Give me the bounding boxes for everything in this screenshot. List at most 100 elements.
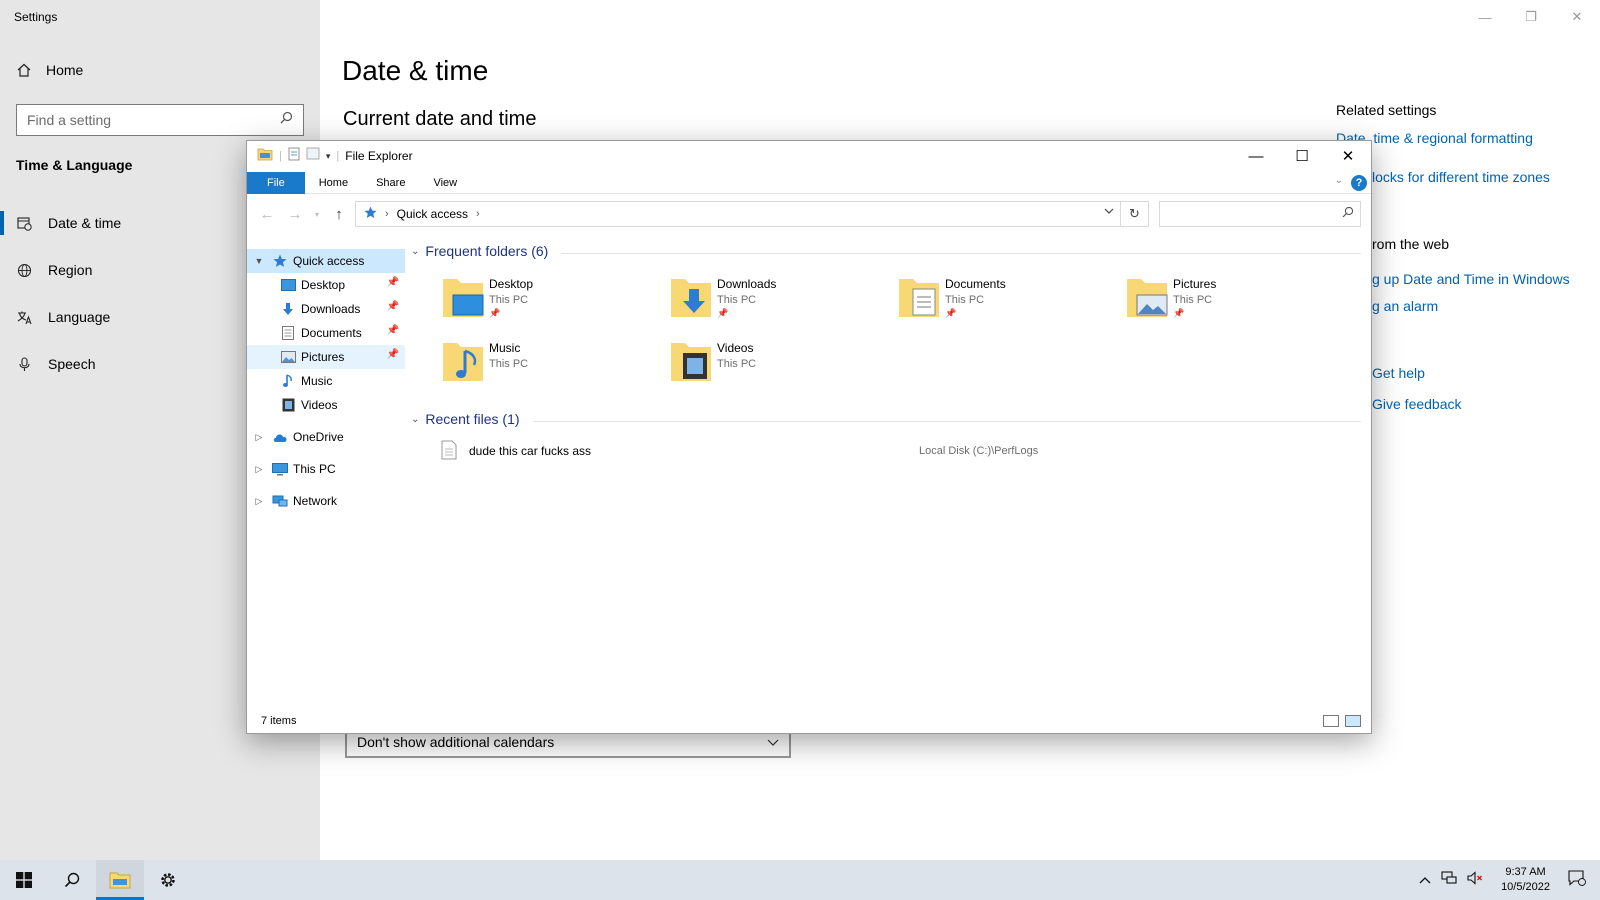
explorer-window-controls: — ☐ ✕	[1233, 141, 1371, 171]
windows-logo-icon	[16, 872, 32, 888]
tree-item-quick-access[interactable]: ▼ Quick access	[247, 249, 405, 273]
new-folder-icon[interactable]	[306, 147, 320, 165]
time-zones-clocks-link[interactable]: locks for different time zones	[1372, 169, 1550, 185]
tab-file[interactable]: File	[247, 171, 305, 194]
recent-file-row[interactable]: dude this car fucks ass Local Disk (C:)\…	[441, 439, 1341, 463]
frequent-folders-group-header[interactable]: ⌄ Frequent folders (6)	[411, 243, 548, 259]
setup-date-time-link[interactable]: g up Date and Time in Windows	[1372, 271, 1570, 287]
settings-search-box[interactable]	[16, 104, 304, 136]
taskbar-clock[interactable]: 9:37 AM 10/5/2022	[1493, 865, 1558, 895]
help-icon[interactable]: ?	[1351, 175, 1367, 191]
explorer-window-title: File Explorer	[345, 149, 413, 163]
tree-item-this-pc[interactable]: ▷ This PC	[247, 457, 405, 481]
tab-share[interactable]: Share	[362, 172, 419, 194]
expand-ribbon-icon[interactable]: ⌄	[1335, 175, 1343, 186]
recent-files-group-header[interactable]: ⌄ Recent files (1)	[411, 411, 520, 427]
home-nav-item[interactable]: Home	[16, 62, 83, 78]
desktop-folder-icon	[441, 273, 485, 321]
tree-item-desktop[interactable]: Desktop 📌	[247, 273, 405, 297]
properties-icon[interactable]	[288, 147, 300, 166]
tree-item-network[interactable]: ▷ Network	[247, 489, 405, 513]
tree-item-music[interactable]: Music	[247, 369, 405, 393]
large-icons-view-icon[interactable]	[1345, 715, 1361, 727]
minimize-icon[interactable]: —	[1462, 6, 1508, 28]
taskbar-file-explorer-button[interactable]	[96, 860, 144, 900]
folder-app-icon	[257, 147, 273, 166]
pin-icon[interactable]: 📌	[387, 325, 399, 336]
show-hidden-icons-chevron-icon[interactable]	[1419, 871, 1431, 889]
pin-icon: 📌	[489, 308, 501, 318]
set-alarm-link[interactable]: g an alarm	[1372, 298, 1438, 314]
tree-item-onedrive[interactable]: ▷ OneDrive	[247, 425, 405, 449]
explorer-titlebar[interactable]: | ▾ | File Explorer — ☐ ✕	[247, 141, 1371, 171]
address-quick-access[interactable]: Quick access	[397, 207, 468, 221]
expand-chevron-icon[interactable]: ▷	[253, 432, 265, 443]
expand-chevron-icon[interactable]: ▷	[253, 496, 265, 507]
restore-icon[interactable]: ❐	[1508, 6, 1554, 28]
folder-location: This PC	[489, 294, 529, 306]
up-arrow-icon[interactable]: ↑	[325, 202, 353, 226]
folder-tile-documents[interactable]: Documents This PC 📌	[897, 273, 1117, 329]
close-icon[interactable]: ✕	[1554, 6, 1600, 28]
settings-section-title: Time & Language	[16, 157, 133, 173]
tab-home[interactable]: Home	[305, 172, 362, 194]
collapse-chevron-icon[interactable]: ▼	[253, 256, 265, 266]
document-icon	[279, 325, 297, 341]
nav-item-label: Language	[48, 309, 111, 325]
folder-tile-videos[interactable]: Videos This PC	[669, 337, 889, 393]
folder-name: Downloads	[717, 277, 777, 291]
customize-toolbar-chevron-icon[interactable]: ▾	[326, 151, 331, 162]
back-arrow-icon[interactable]: ←	[253, 202, 281, 226]
taskbar-settings-button[interactable]	[144, 860, 192, 900]
start-button[interactable]	[0, 860, 48, 900]
tree-item-pictures[interactable]: Pictures 📌	[247, 345, 405, 369]
frequent-folders-heading: Frequent folders (6)	[425, 243, 549, 259]
explorer-search-box[interactable]	[1159, 201, 1361, 227]
taskbar-search-button[interactable]	[48, 860, 96, 900]
tree-item-documents[interactable]: Documents 📌	[247, 321, 405, 345]
action-center-icon[interactable]	[1568, 869, 1586, 891]
pin-icon[interactable]: 📌	[387, 301, 399, 312]
view-toggle-buttons	[1323, 715, 1361, 727]
address-bar[interactable]: › Quick access ›	[355, 201, 1121, 227]
address-history-chevron-icon[interactable]	[1104, 206, 1114, 218]
volume-muted-icon[interactable]	[1467, 870, 1483, 890]
settings-search-input[interactable]	[27, 112, 280, 128]
collapse-chevron-icon[interactable]: ⌄	[411, 414, 419, 425]
get-help-link[interactable]: Get help	[1372, 365, 1425, 381]
tab-view[interactable]: View	[419, 172, 471, 194]
maximize-icon[interactable]: ☐	[1279, 141, 1325, 171]
tree-item-label: Downloads	[301, 302, 361, 316]
search-icon[interactable]	[1342, 205, 1354, 223]
folder-name: Desktop	[489, 277, 534, 291]
details-view-icon[interactable]	[1323, 715, 1339, 727]
folder-tile-music[interactable]: Music This PC	[441, 337, 661, 393]
forward-arrow-icon[interactable]: →	[281, 202, 309, 226]
star-icon	[271, 253, 289, 269]
folder-tile-pictures[interactable]: Pictures This PC 📌	[1125, 273, 1345, 329]
collapse-chevron-icon[interactable]: ⌄	[411, 246, 419, 257]
expand-chevron-icon[interactable]: ▷	[253, 464, 265, 475]
search-icon[interactable]	[280, 111, 293, 129]
quick-access-toolbar: | ▾ |	[247, 147, 339, 166]
refresh-icon[interactable]: ↻	[1121, 201, 1149, 227]
folder-tile-desktop[interactable]: Desktop This PC 📌	[441, 273, 661, 329]
tree-item-downloads[interactable]: Downloads 📌	[247, 297, 405, 321]
give-feedback-link[interactable]: Give feedback	[1372, 396, 1462, 412]
pin-icon[interactable]: 📌	[387, 277, 399, 288]
pin-icon[interactable]: 📌	[387, 349, 399, 360]
network-status-icon[interactable]	[1441, 870, 1457, 890]
settings-window-title: Settings	[14, 10, 58, 24]
breadcrumb-chevron-icon[interactable]: ›	[476, 208, 480, 220]
tree-item-label: Desktop	[301, 278, 346, 292]
recent-locations-chevron-icon[interactable]: ▾	[309, 202, 325, 226]
tree-item-label: Pictures	[301, 350, 345, 364]
folder-tile-downloads[interactable]: Downloads This PC 📌	[669, 273, 889, 329]
minimize-icon[interactable]: —	[1233, 141, 1279, 171]
close-icon[interactable]: ✕	[1325, 141, 1371, 171]
tree-item-videos[interactable]: Videos	[247, 393, 405, 417]
nav-item-label: Date & time	[48, 215, 122, 231]
downloads-folder-icon	[669, 273, 713, 321]
breadcrumb-chevron-icon[interactable]: ›	[385, 208, 389, 220]
explorer-search-input[interactable]	[1160, 207, 1342, 221]
